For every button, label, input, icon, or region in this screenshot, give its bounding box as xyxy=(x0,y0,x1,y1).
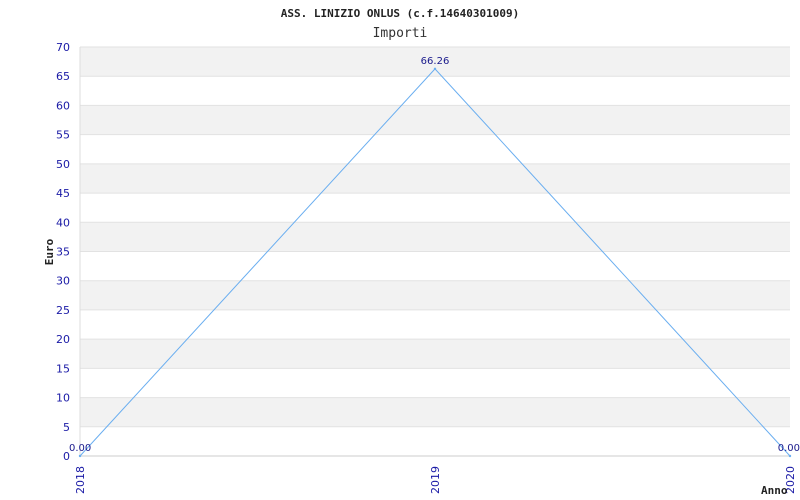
y-tick-labels: 0510152025303540455055606570 xyxy=(56,41,70,463)
x-axis-title: Anno xyxy=(761,484,788,497)
plot-band xyxy=(80,222,790,252)
y-tick-label: 60 xyxy=(56,99,70,112)
data-label: 0.00 xyxy=(778,443,800,454)
data-point xyxy=(433,67,437,71)
y-tick-label: 25 xyxy=(56,304,70,317)
plot-band xyxy=(80,193,790,223)
plot-band xyxy=(80,368,790,398)
y-tick-label: 5 xyxy=(63,421,70,434)
plot-band xyxy=(80,339,790,369)
x-tick-label: 2019 xyxy=(429,466,442,494)
plot-band xyxy=(80,280,790,310)
plot-band xyxy=(80,397,790,427)
plot-band xyxy=(80,426,790,456)
y-tick-label: 45 xyxy=(56,187,70,200)
y-tick-label: 65 xyxy=(56,70,70,83)
plot-band xyxy=(80,251,790,281)
x-tick-label: 2018 xyxy=(74,466,87,494)
plot-band xyxy=(80,105,790,135)
y-tick-label: 40 xyxy=(56,216,70,229)
data-point xyxy=(78,454,82,458)
line-chart: 0510152025303540455055606570 2018 2019 202… xyxy=(43,7,800,497)
y-axis-title: Euro xyxy=(43,238,56,265)
data-point xyxy=(788,454,792,458)
y-tick-label: 35 xyxy=(56,246,70,259)
y-tick-label: 70 xyxy=(56,41,70,54)
plot-band xyxy=(80,76,790,106)
y-tick-label: 55 xyxy=(56,129,70,142)
y-tick-label: 10 xyxy=(56,392,70,405)
chart-subtitle: Importi xyxy=(373,26,428,41)
x-tick-labels: 2018 2019 2020 xyxy=(74,466,797,494)
plot-band xyxy=(80,309,790,340)
y-tick-label: 50 xyxy=(56,158,70,171)
chart-title: ASS. LINIZIO ONLUS (c.f.14640301009) xyxy=(281,7,519,20)
data-label: 0.00 xyxy=(69,443,91,454)
y-tick-label: 15 xyxy=(56,362,70,375)
plot-band xyxy=(80,163,790,194)
plot-band xyxy=(80,134,790,164)
data-label: 66.26 xyxy=(421,56,450,67)
y-tick-label: 20 xyxy=(56,333,70,346)
y-tick-label: 30 xyxy=(56,275,70,288)
